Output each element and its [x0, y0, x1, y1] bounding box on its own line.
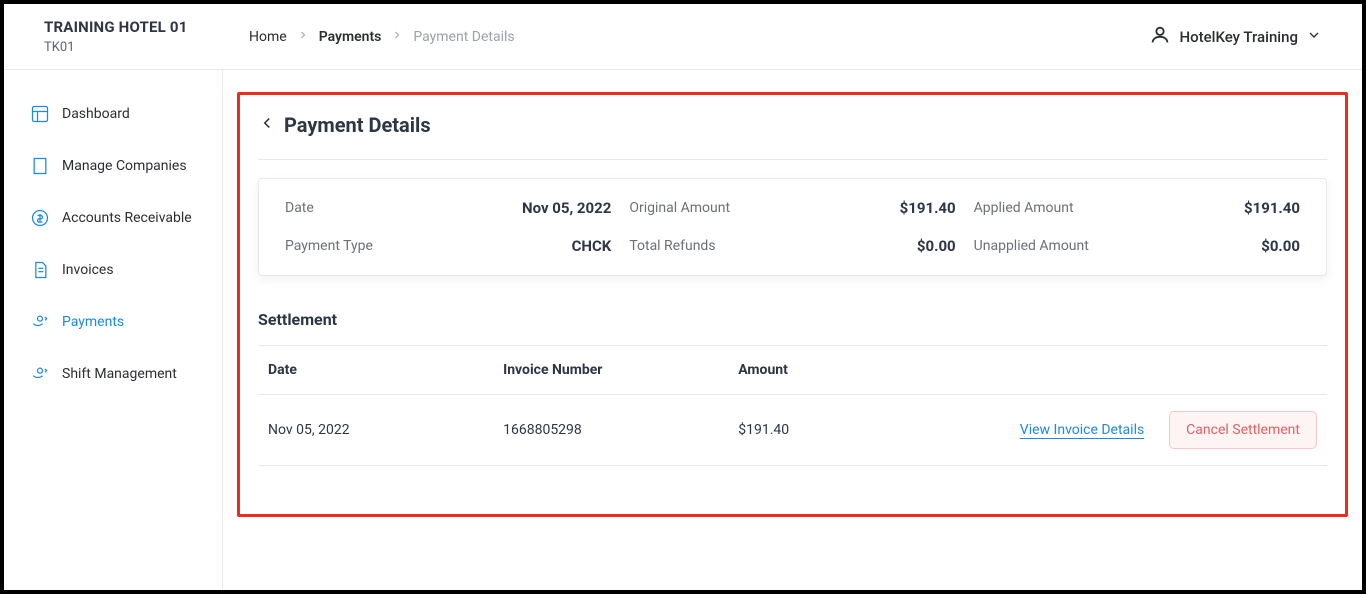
sidebar-item-manage-companies[interactable]: Manage Companies: [4, 144, 222, 188]
user-icon: [1149, 24, 1171, 50]
chevron-right-icon: [297, 29, 309, 45]
cell-amount: $191.40: [738, 422, 937, 438]
col-invoice: Invoice Number: [503, 362, 738, 378]
summary-orig-amt-value: $191.40: [809, 199, 956, 217]
page-title-row: Payment Details: [258, 113, 1327, 137]
summary-date-label: Date: [285, 200, 447, 216]
settlement-section-title: Settlement: [258, 310, 1327, 329]
sidebar-item-label: Manage Companies: [62, 158, 187, 174]
col-date: Date: [268, 362, 503, 378]
summary-paytype-label: Payment Type: [285, 238, 447, 254]
payments-icon: [30, 312, 50, 332]
summary-applied-amt-value: $191.40: [1153, 199, 1300, 217]
sidebar-item-invoices[interactable]: Invoices: [4, 248, 222, 292]
breadcrumb-current: Payment Details: [413, 29, 514, 45]
sidebar-item-payments[interactable]: Payments: [4, 300, 222, 344]
summary-orig-amt-label: Original Amount: [629, 200, 791, 216]
sidebar-item-dashboard[interactable]: Dashboard: [4, 92, 222, 136]
summary-applied-amt-label: Applied Amount: [974, 200, 1136, 216]
summary-paytype-value: CHCK: [465, 237, 612, 255]
user-name: HotelKey Training: [1179, 28, 1298, 46]
settlement-table: Date Invoice Number Amount Nov 05, 2022 …: [258, 346, 1327, 466]
table-header: Date Invoice Number Amount: [258, 346, 1327, 395]
col-amount: Amount: [738, 362, 937, 378]
payment-summary-card: Date Nov 05, 2022 Original Amount $191.4…: [258, 178, 1327, 276]
highlight-frame: Payment Details Date Nov 05, 2022 Origin…: [237, 92, 1348, 517]
page-title: Payment Details: [284, 113, 431, 137]
view-invoice-details-link[interactable]: View Invoice Details: [937, 422, 1154, 438]
back-icon[interactable]: [258, 114, 276, 136]
sidebar-item-label: Payments: [62, 314, 124, 330]
main-content: Payment Details Date Nov 05, 2022 Origin…: [223, 70, 1362, 590]
shift-icon: [30, 364, 50, 384]
chevron-right-icon: [391, 29, 403, 45]
chevron-down-icon: [1306, 27, 1322, 47]
hotel-block: TRAINING HOTEL 01 TK01: [44, 18, 249, 55]
document-icon: [30, 260, 50, 280]
breadcrumb-home[interactable]: Home: [249, 29, 287, 45]
summary-unapplied-value: $0.00: [1153, 237, 1300, 255]
table-row: Nov 05, 2022 1668805298 $191.40 View Inv…: [258, 395, 1327, 466]
breadcrumb: Home Payments Payment Details: [249, 29, 1149, 45]
hotel-name: TRAINING HOTEL 01: [44, 18, 249, 36]
cancel-settlement-button[interactable]: Cancel Settlement: [1169, 411, 1317, 449]
divider: [258, 159, 1327, 160]
dollar-icon: [30, 208, 50, 228]
summary-unapplied-label: Unapplied Amount: [974, 238, 1136, 254]
summary-refunds-label: Total Refunds: [629, 238, 791, 254]
topbar: TRAINING HOTEL 01 TK01 Home Payments Pay…: [4, 4, 1362, 70]
sidebar-item-label: Shift Management: [62, 366, 177, 382]
hotel-code: TK01: [44, 40, 249, 55]
sidebar-item-label: Invoices: [62, 262, 114, 278]
sidebar-item-label: Accounts Receivable: [62, 210, 192, 226]
cell-date: Nov 05, 2022: [268, 422, 503, 438]
sidebar-item-label: Dashboard: [62, 106, 130, 122]
sidebar-item-accounts-receivable[interactable]: Accounts Receivable: [4, 196, 222, 240]
breadcrumb-payments[interactable]: Payments: [319, 29, 382, 45]
summary-date-value: Nov 05, 2022: [465, 199, 612, 217]
dashboard-icon: [30, 104, 50, 124]
user-menu[interactable]: HotelKey Training: [1149, 24, 1322, 50]
sidebar: Dashboard Manage Companies Accounts Rece…: [4, 70, 223, 590]
summary-refunds-value: $0.00: [809, 237, 956, 255]
sidebar-item-shift-management[interactable]: Shift Management: [4, 352, 222, 396]
building-icon: [30, 156, 50, 176]
cell-invoice: 1668805298: [503, 422, 738, 438]
